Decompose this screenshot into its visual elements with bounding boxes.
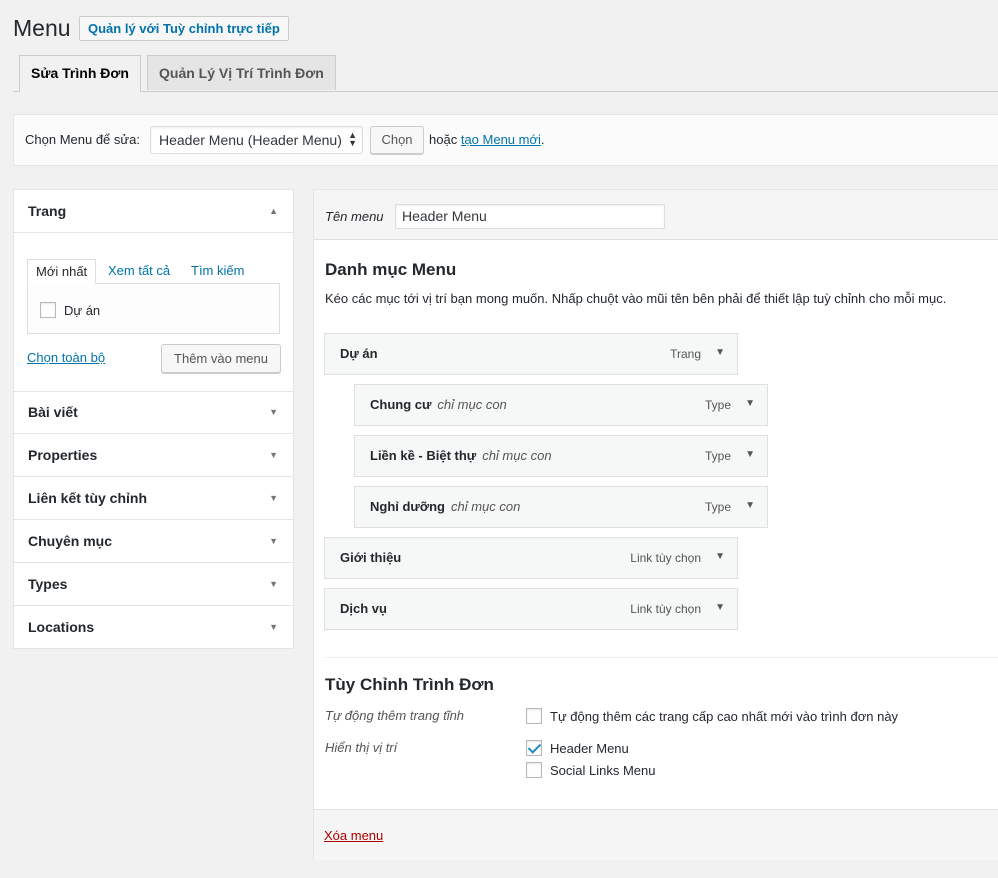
expand-arrow-icon: ▼: [269, 450, 278, 460]
create-new-menu-link[interactable]: tạo Menu mới: [461, 132, 541, 147]
tab-manage-locations[interactable]: Quản Lý Vị Trí Trình Đơn: [147, 55, 336, 90]
period-text: .: [540, 132, 545, 147]
menu-name-input[interactable]: Header Menu: [395, 204, 665, 229]
menu-item-toggle-icon[interactable]: ▼: [715, 551, 725, 562]
accordion-pages-header[interactable]: Trang ▲: [14, 190, 293, 233]
expand-arrow-icon: ▼: [269, 536, 278, 546]
accordion-posts[interactable]: Bài viết ▼: [14, 391, 293, 434]
accordion-properties[interactable]: Properties ▼: [14, 434, 293, 477]
auto-add-checkbox[interactable]: [526, 708, 542, 724]
menu-structure-description: Kéo các mục tới vị trí bạn mong muốn. Nh…: [325, 291, 947, 306]
header-menu-location-label: Header Menu: [550, 741, 629, 756]
menu-item[interactable]: Nghỉ dưỡng chỉ mục con Type ▼: [354, 486, 768, 528]
sub-item-label: chỉ mục con: [482, 448, 552, 463]
expand-arrow-icon: ▼: [269, 579, 278, 589]
menu-item-toggle-icon[interactable]: ▼: [745, 500, 755, 511]
page-title: Menu: [13, 15, 71, 41]
sub-item-label: chỉ mục con: [437, 397, 507, 412]
menu-item-type: Trang: [670, 347, 701, 361]
accordion-locations[interactable]: Locations ▼: [14, 606, 293, 649]
accordion-title: Bài viết: [28, 404, 78, 420]
collapse-arrow-icon: ▲: [269, 206, 278, 216]
menu-select-value: Header Menu (Header Menu): [159, 132, 342, 148]
menu-item-toggle-icon[interactable]: ▼: [715, 602, 725, 613]
menu-select-bar: Chọn Menu để sửa: Header Menu (Header Me…: [13, 114, 998, 166]
auto-add-label: Tự động thêm trang tĩnh: [325, 708, 465, 723]
tabs-divider: [13, 91, 998, 92]
menu-item-type: Link tùy chọn: [630, 602, 701, 616]
menu-item-title: Liền kề - Biệt thự chỉ mục con: [370, 448, 552, 463]
menu-item-title: Giới thiệu: [340, 550, 402, 565]
choose-button[interactable]: Chọn: [370, 126, 424, 154]
menu-settings-title: Tùy Chỉnh Trình Đơn: [325, 675, 494, 694]
menu-item[interactable]: Liền kề - Biệt thự chỉ mục con Type ▼: [354, 435, 768, 477]
menu-item-type: Type: [704, 449, 731, 463]
menu-item-toggle-icon[interactable]: ▼: [745, 398, 755, 409]
add-to-menu-button[interactable]: Thêm vào menu: [161, 344, 281, 373]
or-label: hoặc: [429, 132, 458, 147]
menu-item[interactable]: Giới thiệu Link tùy chọn ▼: [324, 537, 738, 579]
menu-item[interactable]: Dự án Trang ▼: [324, 333, 738, 375]
accordion-title: Chuyên mục: [28, 533, 113, 549]
social-links-location-label: Social Links Menu: [550, 763, 656, 778]
accordion-custom-links[interactable]: Liên kết tùy chỉnh ▼: [14, 477, 293, 520]
menu-structure-title: Danh mục Menu: [325, 260, 457, 279]
accordion-types[interactable]: Types ▼: [14, 563, 293, 606]
accordion-title: Trang: [28, 203, 67, 219]
menu-name-label: Tên menu: [325, 209, 384, 224]
menu-item[interactable]: Chung cư chỉ mục con Type ▼: [354, 384, 768, 426]
menu-item-title: Dịch vụ: [340, 601, 387, 616]
select-all-link[interactable]: Chọn toàn bộ: [27, 350, 105, 365]
menu-select-dropdown[interactable]: Header Menu (Header Menu) ▲ ▼: [150, 126, 363, 154]
accordion-title: Properties: [28, 447, 98, 463]
menu-structure-panel: Tên menu Header Menu Danh mục Menu Kéo c…: [313, 189, 998, 860]
tab-edit-menus[interactable]: Sửa Trình Đơn: [19, 55, 141, 92]
subtab-search[interactable]: Tìm kiếm: [191, 259, 244, 283]
add-menu-items-sidebar: Trang ▲ Mới nhất Xem tất cả Tìm kiếm Dự …: [13, 189, 294, 649]
expand-arrow-icon: ▼: [269, 622, 278, 632]
accordion-pages-body: Mới nhất Xem tất cả Tìm kiếm Dự án Chọn …: [14, 234, 293, 392]
create-menu-text: hoặc tạo Menu mới.: [429, 132, 545, 147]
menu-item-type: Link tùy chọn: [630, 551, 701, 565]
menu-item-title: Chung cư chỉ mục con: [370, 397, 507, 412]
expand-arrow-icon: ▼: [269, 407, 278, 417]
subtab-view-all[interactable]: Xem tất cả: [108, 259, 170, 283]
accordion-title: Types: [28, 576, 68, 592]
expand-arrow-icon: ▼: [269, 493, 278, 503]
menu-item-toggle-icon[interactable]: ▼: [715, 347, 725, 358]
menu-item-title: Dự án: [340, 346, 378, 361]
menu-name-header: Tên menu Header Menu: [314, 190, 998, 240]
accordion-title: Locations: [28, 619, 95, 635]
accordion-categories[interactable]: Chuyên mục ▼: [14, 520, 293, 563]
delete-menu-link[interactable]: Xóa menu: [324, 828, 383, 843]
select-menu-label: Chọn Menu để sửa:: [25, 132, 140, 147]
page-checkbox[interactable]: [40, 302, 56, 318]
menu-item[interactable]: Dịch vụ Link tùy chọn ▼: [324, 588, 738, 630]
sub-item-label: chỉ mục con: [450, 499, 521, 514]
settings-divider: [325, 657, 998, 658]
menu-item-title: Nghỉ dưỡng chỉ mục con: [370, 499, 521, 514]
subtab-most-recent[interactable]: Mới nhất: [27, 259, 97, 284]
select-arrows-icon: ▲ ▼: [348, 130, 357, 148]
accordion-title: Liên kết tùy chỉnh: [28, 490, 148, 506]
menu-item-toggle-icon[interactable]: ▼: [745, 449, 755, 460]
header-menu-location-checkbox[interactable]: [526, 740, 542, 756]
pages-tab-panel: Dự án: [27, 283, 280, 334]
manage-live-preview-button[interactable]: Quản lý với Tuỳ chỉnh trực tiếp: [79, 16, 289, 41]
menu-item-type: Type: [704, 398, 731, 412]
display-location-label: Hiển thị vị trí: [325, 740, 398, 755]
auto-add-option-label: Tự động thêm các trang cấp cao nhất mới …: [550, 709, 899, 724]
menu-item-type: Type: [704, 500, 731, 514]
social-links-location-checkbox[interactable]: [526, 762, 542, 778]
page-checkbox-label: Dự án: [64, 303, 101, 318]
menu-panel-footer: Xóa menu: [314, 809, 998, 860]
